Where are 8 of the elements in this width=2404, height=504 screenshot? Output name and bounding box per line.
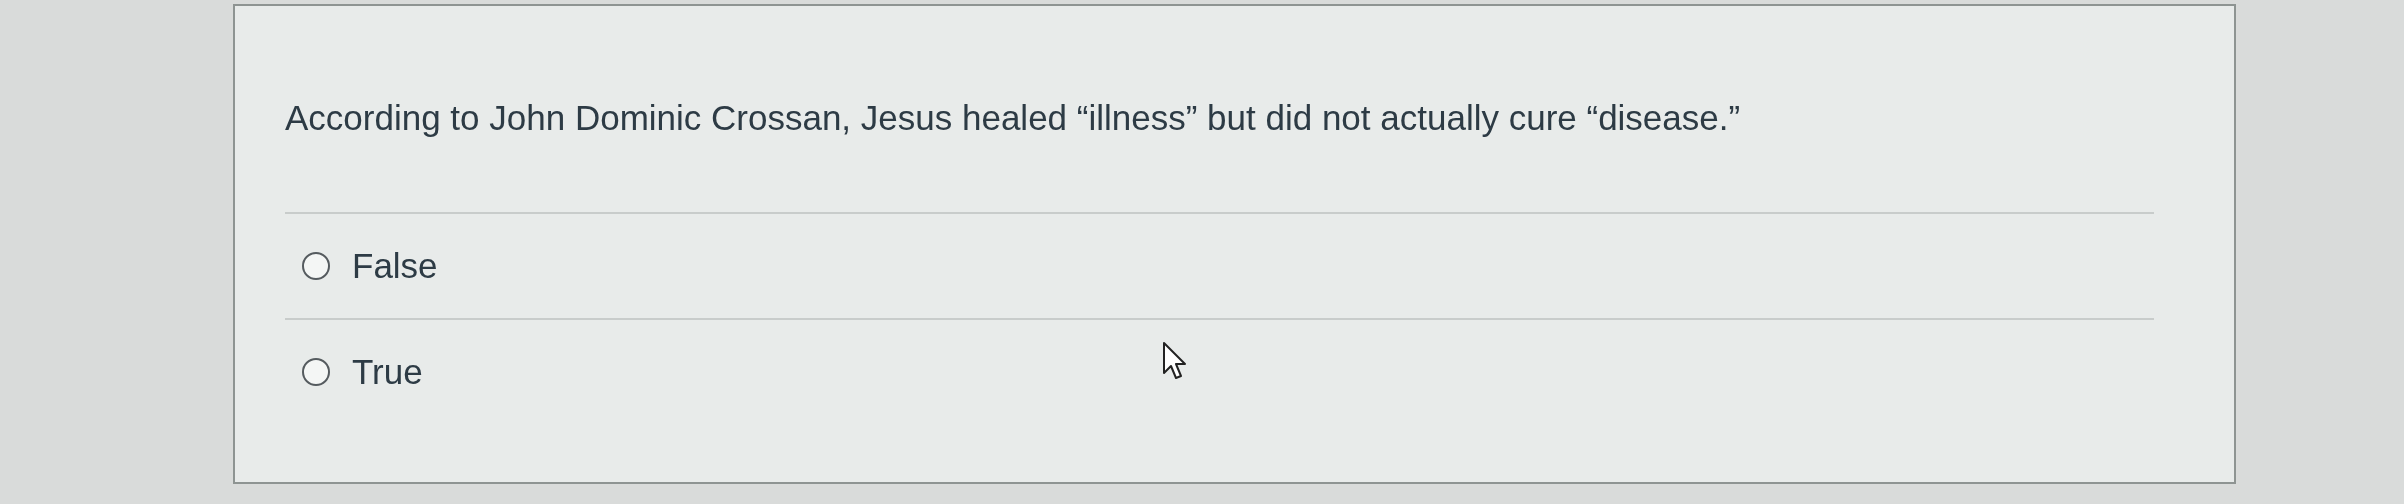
option-label: True [352,352,423,392]
answer-option[interactable]: True [285,320,2154,424]
option-label: False [352,246,438,286]
answer-option[interactable]: False [285,214,2154,320]
question-text: According to John Dominic Crossan, Jesus healed “illness” but did not actually cure “disease.” [285,98,2154,214]
mouse-cursor-icon [1162,341,1188,381]
radio-button[interactable] [302,358,330,386]
radio-button[interactable] [302,252,330,280]
